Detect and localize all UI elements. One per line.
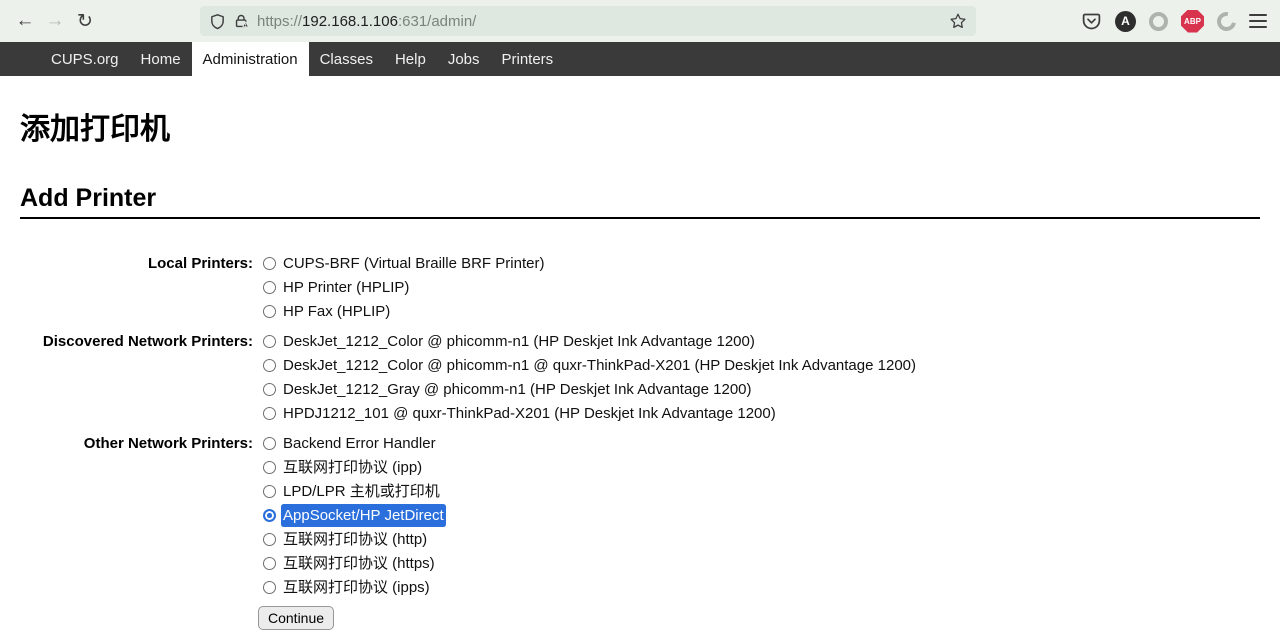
printer-option[interactable]: HP Fax (HPLIP) [263, 300, 544, 324]
option-label: Backend Error Handler [283, 434, 436, 453]
form-section: Local Printers:CUPS-BRF (Virtual Braille… [20, 249, 1260, 327]
radio-button[interactable] [263, 383, 276, 396]
continue-button[interactable]: Continue [258, 606, 334, 630]
nav-item-printers[interactable]: Printers [491, 42, 565, 76]
nav-item-home[interactable]: Home [130, 42, 192, 76]
option-label: DeskJet_1212_Gray @ phicomm-n1 (HP Deskj… [283, 380, 752, 399]
radio-button[interactable] [263, 461, 276, 474]
section-label: Other Network Printers: [20, 432, 253, 600]
printer-option[interactable]: AppSocket/HP JetDirect [263, 504, 444, 528]
nav-item-help[interactable]: Help [384, 42, 437, 76]
page-content: 添加打印机 Add Printer Local Printers:CUPS-BR… [0, 112, 1280, 630]
back-button[interactable]: ← [10, 6, 40, 36]
reload-button[interactable]: ↻ [70, 6, 100, 36]
radio-button[interactable] [263, 257, 276, 270]
radio-button[interactable] [263, 407, 276, 420]
option-label: AppSocket/HP JetDirect [283, 506, 444, 525]
section-label: Discovered Network Printers: [20, 330, 253, 426]
option-list: CUPS-BRF (Virtual Braille BRF Printer) HP… [263, 252, 544, 324]
option-label: LPD/LPR 主机或打印机 [283, 482, 440, 501]
option-label: DeskJet_1212_Color @ phicomm-n1 @ quxr-T… [283, 356, 916, 375]
radio-button[interactable] [263, 581, 276, 594]
printer-option[interactable]: 互联网打印协议 (ipp) [263, 456, 444, 480]
extension-ring-icon[interactable] [1149, 12, 1168, 31]
address-bar[interactable]: https://192.168.1.106:631/admin/ [200, 6, 976, 36]
page-title-zh: 添加打印机 [20, 112, 1260, 148]
option-label: HP Fax (HPLIP) [283, 302, 390, 321]
forward-button: → [40, 6, 70, 36]
radio-button[interactable] [263, 485, 276, 498]
printer-option[interactable]: HP Printer (HPLIP) [263, 276, 544, 300]
printer-option[interactable]: 互联网打印协议 (https) [263, 552, 444, 576]
radio-button[interactable] [263, 557, 276, 570]
radio-button[interactable] [263, 359, 276, 372]
section-label: Local Printers: [20, 252, 253, 324]
cups-navbar: CUPS.orgHomeAdministrationClassesHelpJob… [0, 42, 1280, 76]
printer-option[interactable]: CUPS-BRF (Virtual Braille BRF Printer) [263, 252, 544, 276]
url-text[interactable]: https://192.168.1.106:631/admin/ [257, 13, 476, 30]
printer-option[interactable]: 互联网打印协议 (http) [263, 528, 444, 552]
nav-item-cupsorg[interactable]: CUPS.org [40, 42, 130, 76]
account-icon[interactable]: A [1115, 11, 1136, 32]
printer-option[interactable]: LPD/LPR 主机或打印机 [263, 480, 444, 504]
form-section: Discovered Network Printers: DeskJet_1212… [20, 327, 1260, 429]
radio-button[interactable] [263, 305, 276, 318]
pocket-icon[interactable] [1081, 11, 1102, 32]
printer-option[interactable]: HPDJ1212_101 @ quxr-ThinkPad-X201 (HP De… [263, 402, 916, 426]
toolbar-extensions: A ABP [1081, 10, 1280, 33]
printer-option[interactable]: DeskJet_1212_Color @ phicomm-n1 @ quxr-T… [263, 354, 916, 378]
printer-option[interactable]: 互联网打印协议 (ipps) [263, 576, 444, 600]
shield-icon[interactable] [209, 13, 226, 30]
radio-button[interactable] [263, 281, 276, 294]
radio-button-selected[interactable] [263, 509, 276, 522]
nav-item-administration[interactable]: Administration [192, 42, 309, 76]
option-label: DeskJet_1212_Color @ phicomm-n1 (HP Desk… [283, 332, 755, 351]
browser-toolbar: ← → ↻ https://192.168.1.106:631/admin/ [0, 0, 1280, 42]
nav-item-classes[interactable]: Classes [309, 42, 384, 76]
adblock-plus-icon[interactable]: ABP [1181, 10, 1204, 33]
lock-warning-icon[interactable] [233, 13, 250, 30]
page-title-en: Add Printer [20, 184, 1260, 219]
option-list: DeskJet_1212_Color @ phicomm-n1 (HP Desk… [263, 330, 916, 426]
extension-swirl-icon[interactable] [1213, 8, 1239, 34]
option-label: CUPS-BRF (Virtual Braille BRF Printer) [283, 254, 544, 273]
printer-option[interactable]: DeskJet_1212_Gray @ phicomm-n1 (HP Deskj… [263, 378, 916, 402]
option-label: 互联网打印协议 (ipps) [283, 578, 430, 597]
option-label: HP Printer (HPLIP) [283, 278, 409, 297]
option-label: 互联网打印协议 (http) [283, 530, 427, 549]
option-label: 互联网打印协议 (ipp) [283, 458, 422, 477]
printer-option[interactable]: Backend Error Handler [263, 432, 444, 456]
add-printer-form: Local Printers:CUPS-BRF (Virtual Braille… [20, 249, 1260, 603]
menu-icon[interactable] [1249, 14, 1267, 28]
option-list: Backend Error Handler 互联网打印协议 (ipp) LPD/LP… [263, 432, 444, 600]
nav-item-jobs[interactable]: Jobs [437, 42, 491, 76]
continue-row: Continue [258, 606, 1260, 630]
radio-button[interactable] [263, 533, 276, 546]
radio-button[interactable] [263, 437, 276, 450]
bookmark-star-icon[interactable] [949, 12, 967, 30]
radio-button[interactable] [263, 335, 276, 348]
option-label: 互联网打印协议 (https) [283, 554, 435, 573]
printer-option[interactable]: DeskJet_1212_Color @ phicomm-n1 (HP Desk… [263, 330, 916, 354]
form-section: Other Network Printers:Backend Error Han… [20, 429, 1260, 603]
option-label: HPDJ1212_101 @ quxr-ThinkPad-X201 (HP De… [283, 404, 776, 423]
